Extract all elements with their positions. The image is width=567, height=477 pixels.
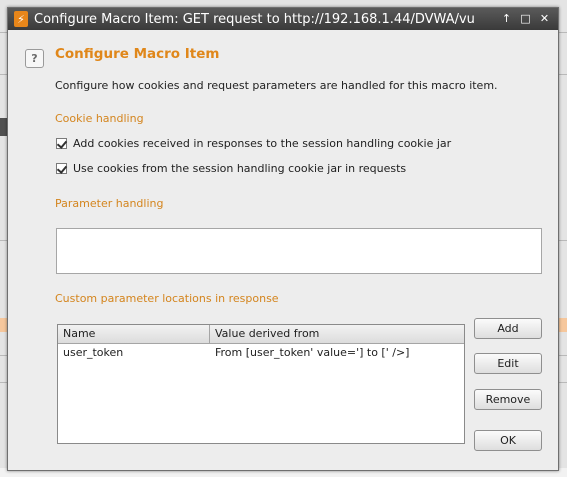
- configure-macro-item-dialog: ⚡ Configure Macro Item: GET request to h…: [7, 7, 559, 471]
- add-cookies-label: Add cookies received in responses to the…: [73, 137, 452, 150]
- add-cookies-option[interactable]: Add cookies received in responses to the…: [56, 137, 451, 150]
- cell-value: From [user_token' value='] to [' />]: [215, 346, 410, 359]
- custom-params-table[interactable]: Name Value derived from user_token From …: [57, 324, 465, 444]
- use-cookies-label: Use cookies from the session handling co…: [73, 162, 407, 175]
- remove-button[interactable]: Remove: [474, 389, 542, 410]
- table-header: Name Value derived from: [58, 325, 464, 344]
- maximize-icon[interactable]: □: [518, 11, 533, 26]
- cookie-handling-label: Cookie handling: [55, 112, 144, 125]
- help-icon[interactable]: ?: [25, 49, 44, 68]
- add-button[interactable]: Add: [474, 318, 542, 339]
- cell-name: user_token: [63, 346, 124, 359]
- parameter-handling-panel[interactable]: [56, 228, 542, 274]
- close-icon[interactable]: ✕: [537, 11, 552, 26]
- column-header-name[interactable]: Name: [58, 325, 210, 343]
- dialog-heading: Configure Macro Item: [55, 46, 220, 62]
- pin-icon[interactable]: ↑: [499, 11, 514, 26]
- burp-lightning-icon: ⚡: [14, 11, 28, 27]
- table-row[interactable]: user_token From [user_token' value='] to…: [58, 344, 464, 361]
- column-header-value[interactable]: Value derived from: [210, 325, 464, 343]
- dialog-content: ? Configure Macro Item Configure how coo…: [8, 30, 558, 470]
- dialog-description: Configure how cookies and request parame…: [55, 79, 498, 92]
- title-bar[interactable]: ⚡ Configure Macro Item: GET request to h…: [8, 8, 558, 30]
- add-cookies-checkbox[interactable]: [56, 138, 67, 149]
- ok-button[interactable]: OK: [474, 430, 542, 451]
- use-cookies-checkbox[interactable]: [56, 163, 67, 174]
- parameter-handling-label: Parameter handling: [55, 197, 164, 210]
- custom-params-label: Custom parameter locations in response: [55, 292, 279, 305]
- use-cookies-option[interactable]: Use cookies from the session handling co…: [56, 162, 406, 175]
- edit-button[interactable]: Edit: [474, 353, 542, 374]
- window-title: Configure Macro Item: GET request to htt…: [34, 11, 475, 27]
